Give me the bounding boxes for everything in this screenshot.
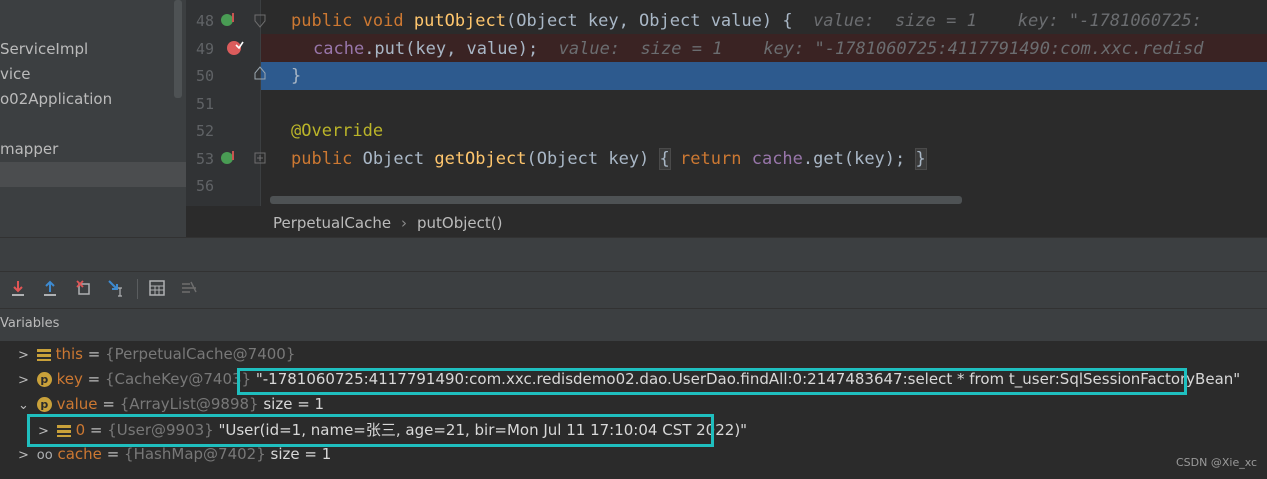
step-into-icon[interactable]	[8, 278, 28, 298]
keyword: public	[291, 149, 353, 169]
expand-arrow-icon[interactable]: >	[18, 368, 32, 393]
code-line-50[interactable]: }	[291, 62, 301, 90]
expand-arrow-icon[interactable]: >	[18, 443, 32, 468]
statement: .put(key, value);	[364, 39, 539, 59]
inline-debug-hint: value: size = 1 key: "-1781060725:411779…	[558, 39, 1204, 59]
keyword: return	[680, 149, 742, 169]
drop-frame-icon[interactable]	[74, 278, 94, 298]
line-number: 56	[195, 177, 214, 195]
parameter-icon: p	[36, 397, 52, 412]
debug-panel-header	[0, 237, 1267, 272]
line-number: 48	[195, 12, 214, 30]
fold-end-icon[interactable]	[254, 66, 266, 80]
method-name: getObject	[434, 149, 527, 169]
toolbar-divider	[137, 279, 138, 299]
step-out-icon[interactable]	[40, 278, 60, 298]
field-icon	[36, 348, 51, 361]
evaluate-icon[interactable]	[147, 278, 167, 298]
equals-sign: =	[102, 395, 115, 413]
breakpoint-icon[interactable]	[226, 39, 244, 57]
gutter-separator	[260, 0, 261, 206]
code-line-53[interactable]: public Object getObject(Object key) { re…	[291, 145, 927, 173]
equals-sign: =	[87, 370, 101, 388]
breadcrumb-separator-icon: ›	[401, 214, 407, 232]
variable-size: size = 1	[270, 445, 332, 463]
breadcrumb-class[interactable]: PerpetualCache	[273, 214, 391, 232]
project-tree	[0, 0, 186, 237]
fold-icon[interactable]	[254, 14, 266, 28]
run-to-cursor-icon[interactable]	[106, 278, 126, 298]
override-marker-icon[interactable]	[220, 150, 236, 166]
field: cache	[751, 149, 803, 169]
variables-header	[0, 308, 1267, 342]
code-line-52[interactable]: @Override	[291, 117, 383, 145]
closing-brace: }	[291, 66, 302, 86]
variable-row-this[interactable]: > this = {PerpetualCache@7400}	[18, 342, 295, 367]
params: (Object key, Object value) {	[506, 11, 793, 31]
variable-name: this	[55, 345, 83, 363]
annotation: @Override	[291, 121, 384, 141]
tree-item-application[interactable]: o02Application	[0, 87, 112, 112]
watermark: CSDN @Xie_xc	[1176, 456, 1258, 469]
method-name: putObject	[413, 11, 506, 31]
trace-icon[interactable]	[179, 278, 199, 298]
variable-ref: {CacheKey@7403}	[104, 370, 252, 388]
field: cache	[313, 39, 365, 59]
highlight-box-key	[237, 368, 1187, 395]
variable-name: cache	[57, 445, 102, 463]
variable-ref: {HashMap@7402}	[124, 445, 266, 463]
expand-icon[interactable]	[254, 152, 266, 164]
code-line-48[interactable]: public void putObject(Object key, Object…	[291, 7, 1202, 35]
execution-line-highlight	[261, 62, 1267, 90]
editor-horizontal-scrollbar[interactable]	[270, 196, 962, 204]
line-number: 52	[195, 122, 214, 140]
keyword: public	[291, 11, 353, 31]
parameter-icon: p	[36, 372, 52, 387]
line-number: 51	[195, 95, 214, 113]
variable-name: value	[56, 395, 98, 413]
line-number: 50	[195, 67, 214, 85]
tree-item-serviceimpl[interactable]: ServiceImpl	[0, 37, 88, 62]
tree-scrollbar[interactable]	[174, 0, 182, 98]
variable-name: key	[56, 370, 83, 388]
inline-debug-hint: value: size = 1 key: "-1781060725:	[813, 11, 1202, 31]
expand-arrow-icon[interactable]: >	[18, 343, 32, 368]
variable-row-cache[interactable]: > oo cache = {HashMap@7402} size = 1	[18, 442, 331, 467]
tree-item-mapper[interactable]: mapper	[0, 137, 58, 162]
statement: .get(key);	[802, 149, 906, 169]
variable-ref: {PerpetualCache@7400}	[105, 345, 296, 363]
keyword: void	[362, 11, 404, 31]
variables-title: Variables	[0, 316, 60, 331]
watch-glasses-icon: oo	[36, 448, 53, 463]
variable-size: size = 1	[263, 395, 325, 413]
params: (Object key)	[526, 149, 650, 169]
tree-item-service[interactable]: vice	[0, 62, 31, 87]
line-number: 53	[195, 150, 214, 168]
type: Object	[362, 149, 425, 169]
variable-ref: {ArrayList@9898}	[119, 395, 259, 413]
override-marker-icon[interactable]	[220, 12, 236, 28]
code-line-49[interactable]: cache.put(key, value); value: size = 1 k…	[313, 35, 1203, 63]
equals-sign: =	[87, 345, 101, 363]
equals-sign: =	[106, 445, 120, 463]
tree-selected-row[interactable]	[0, 162, 186, 187]
breadcrumb-method[interactable]: putObject()	[417, 214, 502, 232]
line-number: 49	[195, 40, 214, 58]
